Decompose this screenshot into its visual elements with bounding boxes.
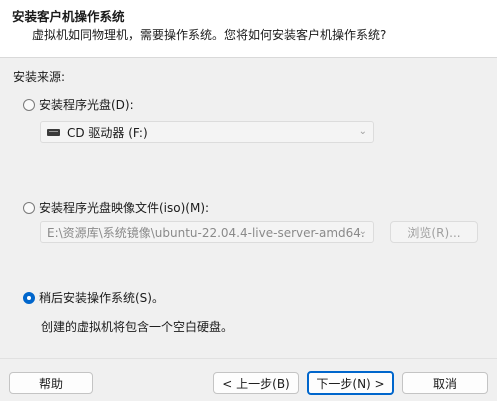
back-button[interactable]: < 上一步(B) bbox=[213, 372, 299, 394]
browse-button[interactable]: 浏览(R)... bbox=[390, 221, 478, 243]
radio-label-disc: 安装程序光盘(D): bbox=[39, 98, 134, 112]
footer-divider bbox=[0, 358, 497, 359]
chevron-down-icon: ⌄ bbox=[358, 226, 367, 237]
cd-drive-icon bbox=[47, 128, 60, 136]
drive-select[interactable]: CD 驱动器 (F:) ⌄ bbox=[40, 121, 374, 143]
radio-label-iso: 安装程序光盘映像文件(iso)(M): bbox=[39, 201, 210, 215]
page-subtitle: 虚拟机如同物理机，需要操作系统。您将如何安装客户机操作系统? bbox=[32, 28, 387, 42]
radio-installer-disc[interactable]: 安装程序光盘(D): bbox=[23, 96, 134, 113]
wizard-header: 安装客户机操作系统 虚拟机如同物理机，需要操作系统。您将如何安装客户机操作系统? bbox=[0, 0, 497, 58]
cancel-button[interactable]: 取消 bbox=[402, 372, 488, 394]
drive-select-value: CD 驱动器 (F:) bbox=[67, 125, 148, 140]
radio-button-iso[interactable] bbox=[23, 201, 35, 214]
chevron-down-icon: ⌄ bbox=[358, 126, 367, 137]
install-source-label: 安装来源: bbox=[13, 70, 66, 84]
radio-install-later[interactable]: 稍后安装操作系统(S)。 bbox=[23, 289, 164, 306]
help-button[interactable]: 帮助 bbox=[9, 372, 93, 394]
iso-path-value: E:\资源库\系统镜像\ubuntu-22.04.4-live-server-a… bbox=[47, 225, 365, 240]
blank-disk-note: 创建的虚拟机将包含一个空白硬盘。 bbox=[41, 320, 234, 334]
radio-button-disc[interactable] bbox=[23, 98, 35, 111]
radio-iso-image[interactable]: 安装程序光盘映像文件(iso)(M): bbox=[23, 199, 209, 216]
radio-label-later: 稍后安装操作系统(S)。 bbox=[39, 291, 164, 305]
page-title: 安装客户机操作系统 bbox=[12, 9, 125, 24]
iso-path-combobox[interactable]: E:\资源库\系统镜像\ubuntu-22.04.4-live-server-a… bbox=[40, 221, 374, 243]
radio-button-later[interactable] bbox=[23, 291, 35, 304]
next-button[interactable]: 下一步(N) > bbox=[307, 371, 394, 395]
